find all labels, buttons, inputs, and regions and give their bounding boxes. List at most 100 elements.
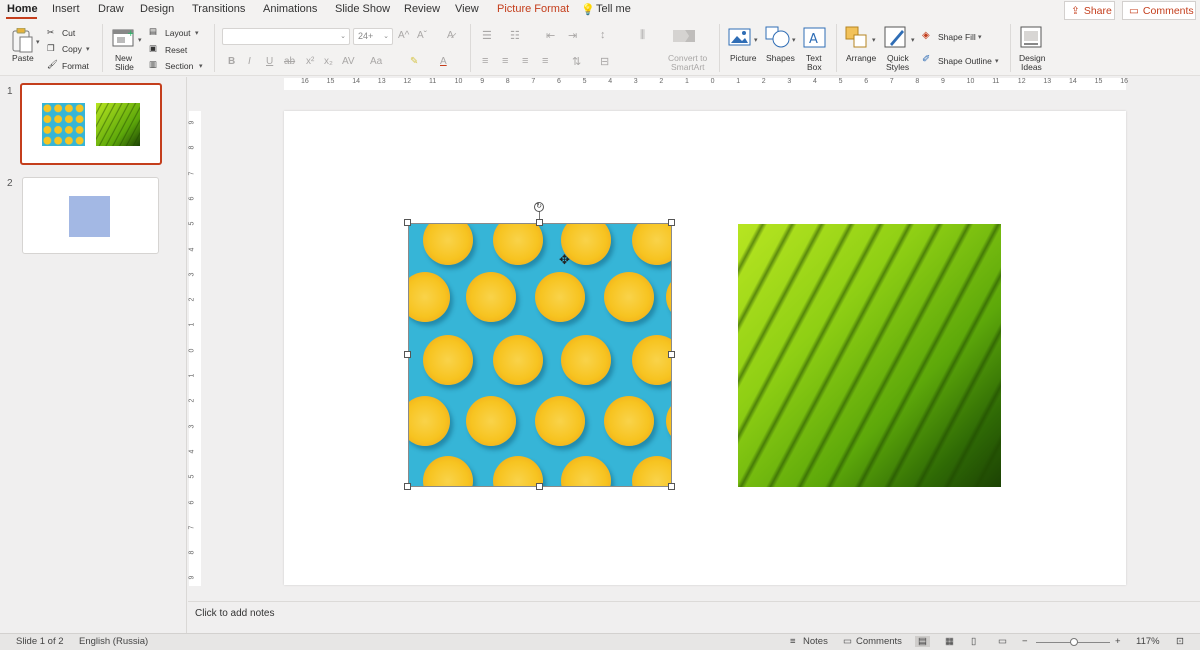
arrange-icon[interactable]	[845, 26, 871, 50]
comments-button[interactable]: ▭ Comments	[1122, 1, 1196, 20]
italic-icon[interactable]: I	[248, 56, 251, 67]
tab-insert[interactable]: Insert	[52, 3, 80, 15]
paste-icon[interactable]	[10, 28, 34, 54]
picture-chevron-icon[interactable]: ▾	[754, 36, 758, 44]
comments-toggle[interactable]: Comments	[856, 636, 902, 647]
normal-view-icon[interactable]: ▤	[915, 636, 930, 647]
line-spacing-icon[interactable]: ↕	[600, 29, 606, 41]
layout-chevron-icon[interactable]: ▾	[195, 29, 199, 37]
cut-button[interactable]: Cut	[62, 28, 75, 38]
numbering-icon[interactable]: ☷	[510, 29, 520, 42]
layout-icon[interactable]: ▤	[149, 26, 157, 37]
section-chevron-icon[interactable]: ▾	[199, 62, 203, 70]
zoom-slider-thumb[interactable]	[1070, 638, 1078, 646]
decrease-font-icon[interactable]: Aˇ	[417, 30, 427, 41]
align-text-icon[interactable]: ⊟	[600, 55, 609, 68]
slideshow-icon[interactable]: ▭	[998, 636, 1007, 647]
language-indicator[interactable]: English (Russia)	[79, 636, 148, 647]
notes-toggle[interactable]: Notes	[803, 636, 828, 647]
copy-chevron-icon[interactable]: ▾	[86, 45, 90, 53]
shape-outline-button[interactable]: Shape Outline	[938, 56, 992, 66]
rotate-icon[interactable]: ↻	[534, 202, 544, 212]
text-direction-icon[interactable]: ⇅	[572, 55, 581, 68]
strikethrough-icon[interactable]: ab	[284, 56, 295, 67]
copy-icon[interactable]: ❐	[47, 43, 55, 54]
align-center-icon[interactable]: ≡	[502, 55, 508, 67]
reset-icon[interactable]: ▣	[149, 43, 157, 54]
justify-icon[interactable]: ≡	[542, 55, 548, 67]
tab-review[interactable]: Review	[404, 3, 440, 15]
new-slide-chevron-icon[interactable]: ▾	[138, 36, 142, 44]
resize-handle-right[interactable]	[668, 351, 675, 358]
bullets-icon[interactable]: ☰	[482, 29, 492, 42]
bold-icon[interactable]: B	[228, 56, 235, 67]
arrange-chevron-icon[interactable]: ▾	[872, 36, 876, 44]
share-button[interactable]: ⇪ Share	[1064, 1, 1115, 20]
tab-picture-format[interactable]: Picture Format	[497, 3, 569, 15]
quick-styles-icon[interactable]	[884, 26, 910, 50]
paint-bucket-icon[interactable]: ◈	[922, 30, 930, 41]
shapes-icon[interactable]	[765, 26, 791, 48]
highlight-icon[interactable]: ✎	[410, 56, 418, 67]
tell-me-search[interactable]: Tell me	[596, 3, 631, 15]
increase-font-icon[interactable]: A^	[398, 30, 409, 41]
green-leaf-image[interactable]	[738, 224, 1001, 487]
columns-icon[interactable]: ⫼	[640, 29, 645, 42]
section-button[interactable]: Section	[165, 61, 193, 71]
resize-handle-left[interactable]	[404, 351, 411, 358]
font-size-dropdown[interactable]: 24+ ⌄	[353, 28, 393, 45]
tab-view[interactable]: View	[455, 3, 479, 15]
align-right-icon[interactable]: ≡	[522, 55, 528, 67]
paste-chevron-icon[interactable]: ▾	[36, 38, 40, 46]
comments-toggle-icon[interactable]: ▭	[843, 636, 852, 647]
layout-button[interactable]: Layout	[165, 28, 191, 38]
shape-fill-chevron-icon[interactable]: ▾	[978, 33, 982, 41]
format-painter-icon[interactable]: 🖌	[47, 59, 58, 70]
tab-transitions[interactable]: Transitions	[192, 3, 245, 15]
scissors-icon[interactable]: ✂	[47, 27, 54, 38]
shape-fill-button[interactable]: Shape Fill	[938, 32, 976, 42]
resize-handle-top-left[interactable]	[404, 219, 411, 226]
decrease-indent-icon[interactable]: ⇤	[546, 29, 555, 42]
superscript-icon[interactable]: x²	[306, 56, 314, 67]
pen-outline-icon[interactable]: ✐	[922, 54, 930, 65]
shape-outline-chevron-icon[interactable]: ▾	[995, 57, 999, 65]
lemon-slices-image[interactable]	[408, 223, 672, 487]
font-color-icon[interactable]: A	[440, 56, 447, 67]
quick-styles-chevron-icon[interactable]: ▾	[911, 36, 915, 44]
smartart-icon[interactable]	[671, 26, 697, 46]
tab-design[interactable]: Design	[140, 3, 174, 15]
character-spacing-icon[interactable]: AV	[342, 56, 355, 67]
zoom-out-icon[interactable]: −	[1022, 636, 1028, 647]
shapes-chevron-icon[interactable]: ▾	[792, 36, 796, 44]
notes-pane[interactable]	[188, 601, 1200, 633]
resize-handle-bottom[interactable]	[536, 483, 543, 490]
text-box-icon[interactable]: A	[803, 27, 827, 49]
copy-button[interactable]: Copy	[62, 44, 82, 54]
tab-draw[interactable]: Draw	[98, 3, 124, 15]
resize-handle-bottom-left[interactable]	[404, 483, 411, 490]
picture-icon[interactable]	[728, 28, 752, 48]
clear-formatting-icon[interactable]: A̷	[447, 30, 454, 41]
design-ideas-icon[interactable]	[1020, 26, 1044, 50]
reading-view-icon[interactable]: ▯	[971, 636, 976, 647]
slide-thumbnail-2[interactable]	[22, 177, 159, 254]
reset-button[interactable]: Reset	[165, 45, 187, 55]
zoom-in-icon[interactable]: +	[1115, 636, 1121, 647]
change-case-icon[interactable]: Aa	[370, 56, 382, 67]
tab-animations[interactable]: Animations	[263, 3, 317, 15]
slide-thumbnail-1[interactable]	[20, 83, 162, 165]
increase-indent-icon[interactable]: ⇥	[568, 29, 577, 42]
resize-handle-top-right[interactable]	[668, 219, 675, 226]
zoom-level[interactable]: 117%	[1136, 636, 1160, 647]
resize-handle-top[interactable]	[536, 219, 543, 226]
tab-slide-show[interactable]: Slide Show	[335, 3, 390, 15]
fit-to-window-icon[interactable]: ⊡	[1176, 636, 1184, 647]
format-painter-button[interactable]: Format	[62, 61, 89, 71]
tab-home[interactable]: Home	[7, 3, 38, 15]
subscript-icon[interactable]: x₂	[324, 56, 333, 67]
notes-placeholder[interactable]: Click to add notes	[195, 608, 275, 619]
section-icon[interactable]: ▥	[149, 59, 157, 70]
font-name-dropdown[interactable]: ⌄	[222, 28, 350, 45]
new-slide-icon[interactable]: +	[112, 26, 136, 48]
